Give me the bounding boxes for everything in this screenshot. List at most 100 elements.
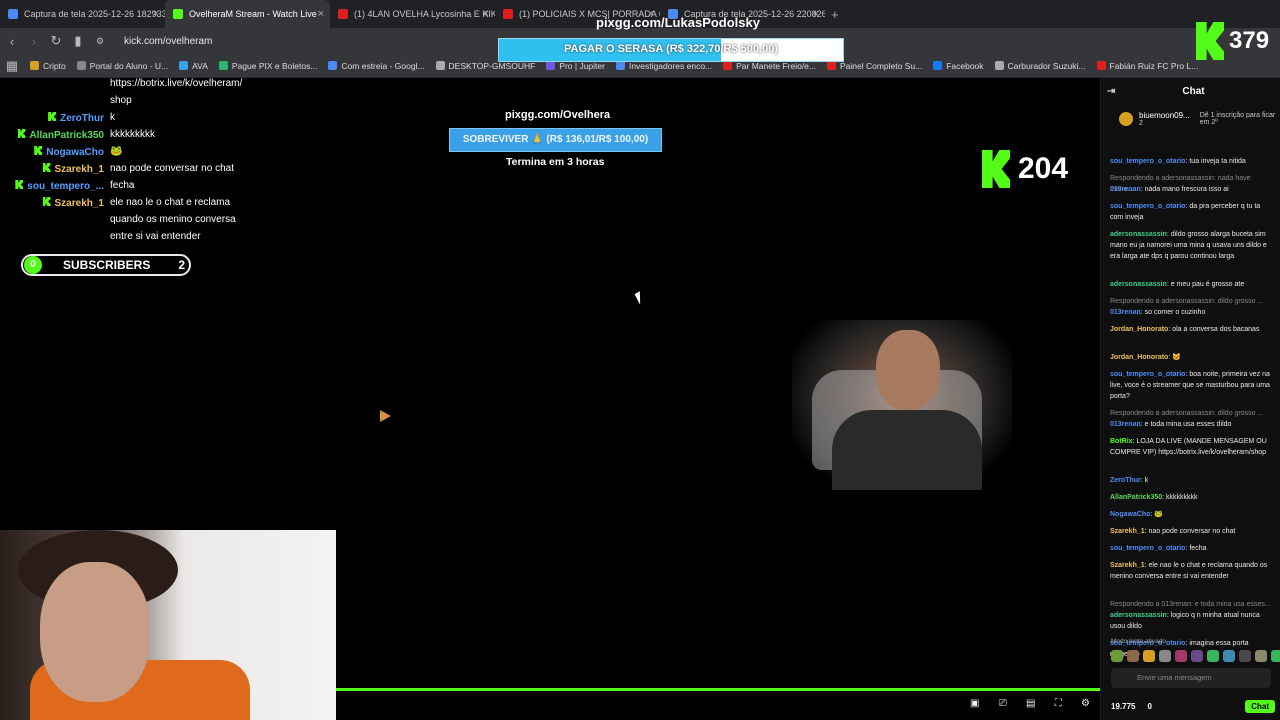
chat-message: sou_tempero_o_otario: fecha (1110, 543, 1274, 554)
chat-reply-context: Respondendo a adersonassassin: dildo gro… (1110, 408, 1274, 419)
clip-icon[interactable]: ⎚ (999, 698, 1007, 714)
bookmark-item[interactable]: Investigadores enco... (615, 60, 713, 71)
goal-bar-text: PAGAR O SERASA (R$ 322,70/R$ 500,00) (564, 43, 778, 55)
chat-username[interactable]: BotRix (1110, 438, 1133, 445)
overlay-chat-text: kkkkkkkkk (110, 129, 155, 140)
pip-icon[interactable]: ▤ (1026, 698, 1035, 714)
chat-message: sou_tempero_o_otario: tua inveja ta niti… (1110, 156, 1274, 167)
bookmark-item[interactable]: Portal do Aluno - U... (76, 61, 168, 71)
bookmark-item[interactable]: Com estreia - Googl... (328, 61, 425, 71)
overlay-chat-line: AllanPatrick350 kkkkkkkkk (6, 129, 155, 141)
chat-message: 013renan: nada mano frescura isso ai (1110, 184, 1274, 195)
forward-icon[interactable]: › (24, 34, 44, 49)
emote-icon[interactable] (1191, 650, 1203, 662)
chat-username[interactable]: sou_tempero_o_otario (1110, 158, 1185, 165)
browser-tab[interactable]: OvelheraM Stream - Watch Live × (165, 0, 330, 28)
chat-text: e toda mina usa esses dildo (1144, 421, 1232, 428)
chat-username[interactable]: adersonassassin (1110, 612, 1167, 619)
chat-send-button[interactable]: Chat (1245, 699, 1275, 713)
bookmark-item[interactable]: Facebook (933, 61, 984, 71)
fullscreen-icon[interactable]: ⛶ (1055, 698, 1062, 714)
bookmark-icon[interactable]: ▮ (68, 33, 88, 49)
tab-close-icon[interactable]: × (153, 8, 159, 20)
chat-username[interactable]: AllanPatrick350 (1110, 494, 1162, 501)
bookmark-item[interactable]: AVA (179, 61, 208, 71)
bookmark-item[interactable]: Par Manete Freio/e... (723, 61, 816, 71)
chat-username[interactable]: ZeroThur (1110, 477, 1141, 484)
player-progress-bar[interactable] (336, 688, 1100, 691)
chat-username[interactable]: adersonassassin (1110, 281, 1167, 288)
theater-mode-icon[interactable]: ▣ (970, 698, 979, 714)
chat-header: ⇥ Chat (1101, 78, 1280, 104)
emote-icon[interactable] (1271, 650, 1280, 662)
bookmark-item[interactable]: Pro | Jupiter (546, 61, 605, 71)
streamer-head (876, 330, 940, 410)
emote-icon[interactable] (1175, 650, 1187, 662)
emote-icon[interactable] (1255, 650, 1267, 662)
bookmark-label: Fabián Ruiz FC Pro L... (1109, 60, 1199, 71)
url-field[interactable]: kick.com/ovelheram (124, 36, 212, 47)
tab-title: OvelheraM Stream - Watch Live (189, 9, 317, 19)
chat-text: fecha (1189, 545, 1207, 552)
chat-username[interactable]: sou_tempero_o_otario (1110, 203, 1185, 210)
emote-icon[interactable] (1127, 650, 1139, 662)
overlay-chat-username: ZeroThur (60, 113, 104, 124)
chat-username[interactable]: 013renan (1110, 309, 1141, 316)
chat-username[interactable]: sou_tempero_o_otario (1110, 545, 1185, 552)
chat-username[interactable]: 013renan (1110, 421, 1141, 428)
overlay-chat-text: ele nao le o chat e reclama (110, 197, 231, 208)
bookmark-item[interactable]: Carburador Suzuki... (994, 61, 1086, 71)
overlay-chat-user: ZeroThur (6, 112, 104, 124)
bookmark-favicon-icon (179, 61, 189, 70)
overlay-chat-text: nao pode conversar no chat (110, 163, 234, 174)
tab-close-icon[interactable]: × (483, 8, 489, 20)
chat-text: ola a conversa dos bacanas (1172, 326, 1260, 333)
emote-icon[interactable] (1223, 650, 1235, 662)
site-info-icon[interactable]: ⚙ (90, 36, 110, 47)
collapse-chat-icon[interactable]: ⇥ (1107, 86, 1123, 97)
chat-message: NogawaCho: 🐸 (1110, 509, 1274, 520)
back-icon[interactable]: ‹ (2, 34, 22, 49)
bookmark-item[interactable]: Painel Completo Su... (826, 61, 922, 71)
emote-icon[interactable] (1159, 650, 1171, 662)
reload-icon[interactable]: ↻ (46, 33, 66, 49)
stream-player[interactable]: https://botrix.live/k/ovelheram/shop Zero… (0, 78, 1100, 720)
tab-close-icon[interactable]: × (318, 8, 324, 20)
reply-text: Respondendo a 013renan: e toda mina usa … (1110, 601, 1271, 608)
bookmark-favicon-icon (76, 61, 86, 70)
emote-icon[interactable] (1207, 650, 1219, 662)
bookmark-item[interactable]: Cripto (30, 61, 66, 71)
bookmark-item[interactable]: Fabián Ruiz FC Pro L... (1096, 60, 1199, 71)
guest-face (40, 562, 150, 702)
browser-tab[interactable]: Captura de tela 2025-12-26 182933... × (0, 0, 165, 28)
bookmark-label: Investigadores enco... (628, 60, 713, 71)
chat-message: Szarekh_1: ele nao le o chat e reclama q… (1110, 560, 1274, 582)
settings-icon[interactable]: ⚙ (1081, 698, 1090, 714)
chat-username[interactable]: NogawaCho (1110, 511, 1150, 518)
browser-tab[interactable]: (1) 4LAN OVELHA Lycosinha E KIKIR...× (330, 0, 495, 28)
chat-username[interactable]: Jordan_Honorato (1110, 354, 1168, 361)
emote-icon[interactable] (1143, 650, 1155, 662)
overlay-chat-line: sou_tempero_... fecha (6, 180, 134, 192)
tab-close-icon[interactable]: × (813, 8, 819, 20)
chat-username[interactable]: sou_tempero_o_otario (1110, 371, 1185, 378)
bookmark-item[interactable]: Pague PIX e Boletos... (218, 61, 317, 71)
emote-icon[interactable] (1239, 650, 1251, 662)
chat-username[interactable]: adersonassassin (1110, 231, 1167, 238)
chat-input[interactable]: Envie uma mensagem (1111, 668, 1271, 688)
chat-username[interactable]: 013renan (1110, 186, 1141, 193)
chat-username[interactable]: Jordan_Honorato (1110, 326, 1168, 333)
new-tab-icon[interactable]: + (831, 7, 839, 22)
emote-icon[interactable] (1111, 650, 1123, 662)
overlay-chat-line: shop (6, 95, 132, 106)
kick-logo-icon (982, 150, 1010, 188)
chat-username[interactable]: Szarekh_1 (1110, 528, 1145, 535)
bookmark-item[interactable]: DESKTOP-GMSOUHF (435, 61, 535, 71)
slow-mode-notice: Modo lento ativado (1111, 638, 1166, 645)
pinned-user[interactable]: biuemoon09... (1139, 111, 1190, 120)
apps-icon[interactable]: ▦ (2, 58, 22, 74)
overlay-chat-line: https://botrix.live/k/ovelheram/ (6, 78, 242, 89)
player-controls: ▣ ⎚ ▤ ⛶ ⚙ (970, 698, 1090, 714)
chat-username[interactable]: Szarekh_1 (1110, 562, 1145, 569)
overlay-chat-user: NogawaCho (6, 146, 104, 158)
